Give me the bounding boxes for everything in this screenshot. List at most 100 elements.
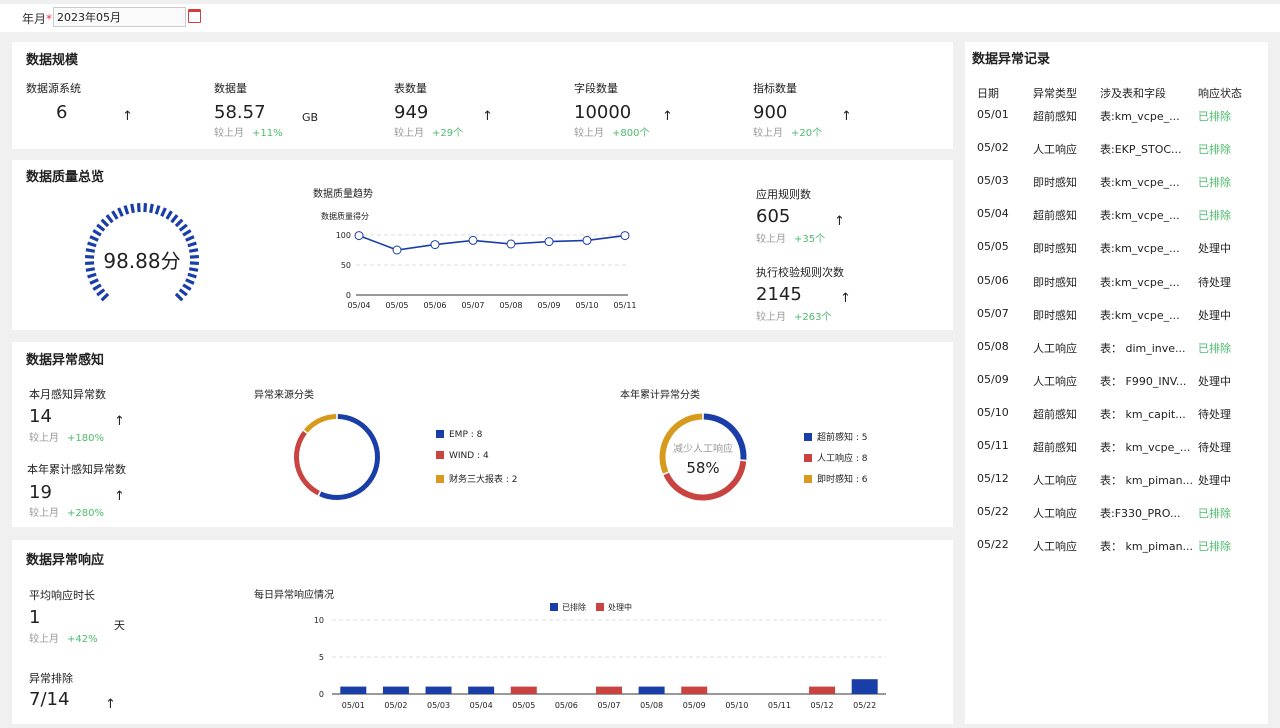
gauge-tick: [89, 278, 99, 285]
calendar-icon[interactable]: [188, 9, 201, 23]
donut-slice: [303, 414, 337, 433]
records-cell-type: 即时感知: [1033, 275, 1077, 289]
trend-point: [544, 237, 554, 247]
records-cell-date: 05/06: [977, 273, 1009, 287]
records-cell-type: 即时感知: [1033, 176, 1077, 190]
gauge-tick: [187, 272, 197, 279]
exec-compare: 较上月 +263个: [756, 312, 832, 323]
trend-xtick: 05/08: [499, 301, 522, 310]
gauge-tick: [149, 203, 154, 214]
legend-item: EMP : 8: [436, 430, 482, 440]
records-row[interactable]: 05/01 超前感知 表:km_vcpe_... 已排除: [965, 108, 1268, 128]
data-scale-title: 数据规模: [26, 53, 79, 68]
records-cell-table: 表： km_piman...: [1100, 474, 1194, 488]
records-row[interactable]: 05/10 超前感知 表： km_capit... 待处理: [965, 406, 1268, 426]
bar-xtick: 05/07: [597, 701, 620, 710]
trend-point: [430, 240, 440, 250]
gauge-tick: [189, 261, 199, 266]
gauge-tick: [92, 283, 102, 291]
records-cell-table: 表:km_vcpe_...: [1100, 275, 1180, 289]
bar-xtick: 05/12: [811, 701, 834, 710]
records-cell-date: 05/22: [977, 538, 1009, 552]
gauge-tick: [185, 278, 195, 285]
gauge-tick: [178, 223, 188, 232]
gauge-tick: [117, 207, 124, 217]
records-row[interactable]: 05/08 人工响应 表： dim_inve... 已排除: [965, 340, 1268, 360]
gauge-tick: [87, 241, 97, 248]
records-row[interactable]: 05/12 人工响应 表： km_piman... 处理中: [965, 472, 1268, 492]
bar-ytick: 0: [319, 690, 324, 699]
scale-up-arrow-icon: ↑: [482, 109, 493, 124]
gauge-tick: [92, 229, 102, 237]
records-row[interactable]: 05/06 即时感知 表:km_vcpe_... 待处理: [965, 274, 1268, 294]
records-row[interactable]: 05/09 人工响应 表： F990_INV... 处理中: [965, 373, 1268, 393]
records-cell-table: 表:km_vcpe_...: [1100, 110, 1180, 123]
donut-center-value: 58%: [686, 459, 719, 477]
month-filter-label: 年月*: [22, 12, 53, 26]
records-cell-table: 表:km_vcpe_...: [1100, 209, 1180, 223]
gauge-tick: [130, 203, 135, 214]
legend-swatch: [436, 430, 444, 438]
bar-xtick: 05/05: [512, 701, 535, 710]
scale-item-compare: 较上月 +20个: [753, 128, 823, 139]
bar: [809, 686, 836, 694]
quality-score: 98.88分: [103, 249, 180, 273]
trend-ytick: 0: [346, 291, 351, 300]
gauge-tick: [182, 229, 192, 237]
gauge-tick: [187, 241, 197, 248]
records-cell-table: 表:km_vcpe_...: [1100, 176, 1180, 190]
trend-xtick: 05/07: [461, 301, 484, 310]
trend-xtick: 05/11: [613, 301, 636, 310]
bar: [340, 686, 367, 694]
records-cell-type: 人工响应: [1033, 374, 1077, 388]
bar-xtick: 05/22: [853, 701, 876, 710]
rules-compare: 较上月 +35个: [756, 234, 826, 245]
scale-up-arrow-icon: ↑: [841, 109, 852, 124]
trend-xtick: 05/05: [385, 301, 408, 310]
scale-item-label: 数据源系统: [26, 82, 81, 95]
records-cell-status: 待处理: [1198, 407, 1231, 421]
records-row[interactable]: 05/05 即时感知 表:km_vcpe_... 处理中: [965, 240, 1268, 260]
records-row[interactable]: 05/11 超前感知 表： km_vcpe_... 待处理: [965, 439, 1268, 459]
gauge-tick: [188, 248, 199, 253]
scale-item-label: 数据量: [214, 82, 247, 95]
records-cell-status: 已排除: [1198, 209, 1231, 223]
records-row[interactable]: 05/02 人工响应 表:EKP_STOC... 已排除: [965, 141, 1268, 161]
legend-swatch: [804, 454, 812, 462]
category-donut-chart: 减少人工响应 58%: [659, 413, 747, 501]
gauge-tick: [89, 235, 99, 242]
bar: [596, 686, 622, 694]
legend-item: 超前感知 : 5: [804, 430, 867, 443]
gauge-tick: [100, 292, 110, 302]
scale-item-value: 6: [56, 102, 68, 123]
gauge-tick: [96, 288, 106, 297]
records-row[interactable]: 05/22 人工响应 表:F330_PRO... 已排除: [965, 505, 1268, 525]
records-cell-date: 05/01: [977, 108, 1009, 121]
exec-value: 2145: [756, 284, 802, 305]
year-anomaly-compare: 较上月 +280%: [29, 508, 104, 519]
category-chart-title: 本年累计异常分类: [620, 390, 700, 401]
trend-ytick: 100: [336, 231, 351, 240]
records-header-cell: 异常类型: [1033, 87, 1077, 100]
bar-xtick: 05/01: [342, 701, 365, 710]
month-anomaly-compare: 较上月 +180%: [29, 433, 104, 444]
records-row[interactable]: 05/22 人工响应 表： km_piman... 已排除: [965, 538, 1268, 558]
rules-up-arrow-icon: ↑: [834, 214, 845, 229]
records-cell-status: 已排除: [1198, 341, 1231, 355]
quality-gauge: 98.88分: [85, 203, 199, 302]
trend-point: [354, 231, 364, 241]
bar-xtick: 05/11: [768, 701, 791, 710]
gauge-tick: [123, 205, 130, 215]
legend-swatch: [804, 475, 812, 483]
bar: [851, 679, 878, 694]
gauge-tick: [143, 203, 148, 213]
records-row[interactable]: 05/03 即时感知 表:km_vcpe_... 已排除: [965, 174, 1268, 194]
legend-swatch: [436, 475, 444, 483]
month-input[interactable]: [53, 7, 186, 27]
scale-item-label: 指标数量: [753, 82, 797, 95]
gauge-tick: [111, 210, 119, 220]
records-cell-status: 已排除: [1198, 507, 1231, 521]
records-row[interactable]: 05/07 即时感知 表:km_vcpe_... 处理中: [965, 307, 1268, 327]
resolved-label: 异常排除: [29, 672, 73, 685]
records-row[interactable]: 05/04 超前感知 表:km_vcpe_... 已排除: [965, 207, 1268, 227]
